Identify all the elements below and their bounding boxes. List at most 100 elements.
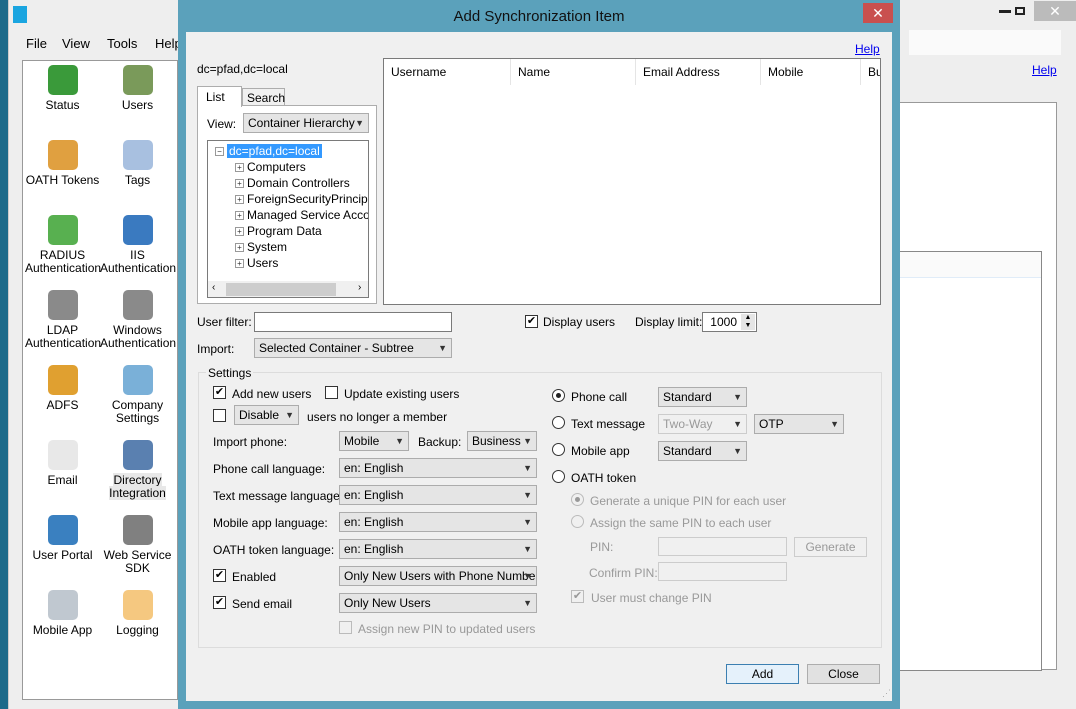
column-name[interactable]: Name bbox=[511, 59, 636, 85]
expand-icon[interactable]: + bbox=[235, 163, 244, 173]
menu-view[interactable]: View bbox=[62, 36, 90, 51]
text-message-language-select[interactable]: en: English ▼ bbox=[339, 485, 537, 505]
confirm-pin-input[interactable] bbox=[658, 562, 787, 581]
nav-item[interactable]: IIS Authentication bbox=[100, 215, 176, 275]
nav-item[interactable]: Logging bbox=[100, 590, 175, 637]
chevron-down-icon: ▼ bbox=[830, 419, 839, 429]
nav-item[interactable]: Web Service SDK bbox=[100, 515, 175, 575]
tree-node[interactable]: + System bbox=[235, 240, 287, 254]
nav-item[interactable]: Users bbox=[100, 65, 175, 112]
nav-item[interactable]: Tags bbox=[100, 140, 175, 187]
assign-new-pin-checkbox[interactable] bbox=[339, 621, 352, 634]
send-email-checkbox[interactable]: ✔ bbox=[213, 596, 226, 609]
backup-value: Business bbox=[472, 434, 521, 448]
scroll-thumb[interactable] bbox=[226, 283, 336, 296]
nav-item[interactable]: OATH Tokens bbox=[25, 140, 100, 187]
phone-call-language-select[interactable]: en: English ▼ bbox=[339, 458, 537, 478]
import-select[interactable]: Selected Container - Subtree ▼ bbox=[254, 338, 452, 358]
oath-token-radio[interactable] bbox=[552, 470, 565, 483]
send-email-select[interactable]: Only New Users ▼ bbox=[339, 593, 537, 613]
spinner-arrows-icon[interactable]: ▲ ▼ bbox=[741, 314, 755, 330]
column-business[interactable]: Bu bbox=[861, 59, 880, 85]
must-change-pin-label: User must change PIN bbox=[591, 591, 712, 605]
oath-language-select[interactable]: en: English ▼ bbox=[339, 539, 537, 559]
tree-node[interactable]: + Computers bbox=[235, 160, 306, 174]
close-icon[interactable]: ✕ bbox=[1034, 1, 1076, 21]
text-message-otp-select[interactable]: OTP ▼ bbox=[754, 414, 844, 434]
send-email-value: Only New Users bbox=[344, 596, 431, 610]
tree-root[interactable]: dc=pfad,dc=local bbox=[227, 144, 322, 158]
container-tree[interactable]: − dc=pfad,dc=local + Computers + Domain Cont… bbox=[207, 140, 369, 298]
toolbar-strip bbox=[909, 30, 1061, 55]
user-filter-input[interactable] bbox=[254, 312, 452, 332]
horizontal-scrollbar[interactable]: ‹ › bbox=[208, 281, 368, 297]
nav-item[interactable]: Status bbox=[25, 65, 100, 112]
import-phone-select[interactable]: Mobile ▼ bbox=[339, 431, 409, 451]
tree-node[interactable]: + Managed Service Accou bbox=[235, 208, 368, 222]
maximize-icon[interactable] bbox=[1009, 2, 1029, 20]
expand-icon[interactable]: + bbox=[235, 227, 244, 237]
resize-grip-icon[interactable]: ⋰ bbox=[882, 688, 891, 699]
menu-tools[interactable]: Tools bbox=[107, 36, 137, 51]
phone-call-mode-select[interactable]: Standard ▼ bbox=[658, 387, 747, 407]
nav-item[interactable]: LDAP Authentication bbox=[25, 290, 101, 350]
view-select[interactable]: Container Hierarchy ▼ bbox=[243, 113, 369, 133]
disable-select[interactable]: Disable ▼ bbox=[234, 405, 299, 425]
nav-item[interactable]: Company Settings bbox=[100, 365, 175, 425]
enabled-select[interactable]: Only New Users with Phone Number ▼ bbox=[339, 566, 537, 586]
menu-file[interactable]: File bbox=[26, 36, 47, 51]
display-users-checkbox[interactable]: ✔ bbox=[525, 315, 538, 328]
expand-icon[interactable]: + bbox=[235, 243, 244, 253]
expand-icon[interactable]: + bbox=[235, 259, 244, 269]
pin-same-radio[interactable] bbox=[571, 515, 584, 528]
nav-item[interactable]: User Portal bbox=[25, 515, 100, 562]
pin-unique-radio[interactable] bbox=[571, 493, 584, 506]
generate-button[interactable]: Generate bbox=[794, 537, 867, 557]
collapse-icon[interactable]: − bbox=[215, 147, 224, 157]
display-limit-spinner[interactable]: 1000 ▲ ▼ bbox=[702, 312, 757, 332]
disable-users-checkbox[interactable] bbox=[213, 409, 226, 422]
view-label: View: bbox=[207, 117, 237, 131]
backup-select[interactable]: Business ▼ bbox=[467, 431, 537, 451]
container-path: dc=pfad,dc=local bbox=[197, 62, 288, 76]
tree-node[interactable]: +ForeignSecurityPrincipals bbox=[235, 192, 368, 206]
nav-item[interactable]: Email bbox=[25, 440, 100, 487]
pin-input[interactable] bbox=[658, 537, 787, 556]
nav-item-label: OATH Tokens bbox=[25, 173, 100, 187]
tab-search[interactable]: Search bbox=[242, 88, 285, 106]
nav-item[interactable]: RADIUS Authentication bbox=[25, 215, 101, 275]
column-email[interactable]: Email Address bbox=[636, 59, 761, 85]
tree-node[interactable]: + Domain Controllers bbox=[235, 176, 350, 190]
mobile-app-mode-value: Standard bbox=[663, 444, 712, 458]
mobile-app-language-select[interactable]: en: English ▼ bbox=[339, 512, 537, 532]
mobile-app-language-value: en: English bbox=[344, 515, 404, 529]
phone-call-radio[interactable] bbox=[552, 389, 565, 402]
nav-item[interactable]: Directory Integration bbox=[100, 440, 175, 500]
text-message-mode-select[interactable]: Two-Way ▼ bbox=[658, 414, 747, 434]
chevron-down-icon: ▼ bbox=[355, 118, 364, 128]
tree-node[interactable]: + Program Data bbox=[235, 224, 322, 238]
mobile-app-radio[interactable] bbox=[552, 443, 565, 456]
must-change-pin-checkbox[interactable]: ✔ bbox=[571, 590, 584, 603]
users-list-view[interactable]: Username Name Email Address Mobile Bu bbox=[383, 58, 881, 305]
nav-item[interactable]: ADFS bbox=[25, 365, 100, 412]
dialog-help-link[interactable]: Help bbox=[855, 42, 880, 56]
tab-list[interactable]: List bbox=[197, 86, 242, 107]
dialog-close-icon[interactable]: ✕ bbox=[863, 3, 893, 23]
close-button[interactable]: Close bbox=[807, 664, 880, 684]
expand-icon[interactable]: + bbox=[235, 179, 244, 189]
enabled-checkbox[interactable]: ✔ bbox=[213, 569, 226, 582]
add-button[interactable]: Add bbox=[726, 664, 799, 684]
main-help-link[interactable]: Help bbox=[1032, 63, 1057, 77]
nav-item[interactable]: Mobile App bbox=[25, 590, 100, 637]
tree-node[interactable]: + Users bbox=[235, 256, 278, 270]
add-new-users-checkbox[interactable]: ✔ bbox=[213, 386, 226, 399]
mobile-app-mode-select[interactable]: Standard ▼ bbox=[658, 441, 747, 461]
column-username[interactable]: Username bbox=[384, 59, 511, 85]
column-mobile[interactable]: Mobile bbox=[761, 59, 861, 85]
expand-icon[interactable]: + bbox=[235, 211, 244, 221]
nav-item[interactable]: Windows Authentication bbox=[100, 290, 176, 350]
text-message-radio[interactable] bbox=[552, 416, 565, 429]
update-existing-checkbox[interactable] bbox=[325, 386, 338, 399]
expand-icon[interactable]: + bbox=[235, 195, 244, 205]
